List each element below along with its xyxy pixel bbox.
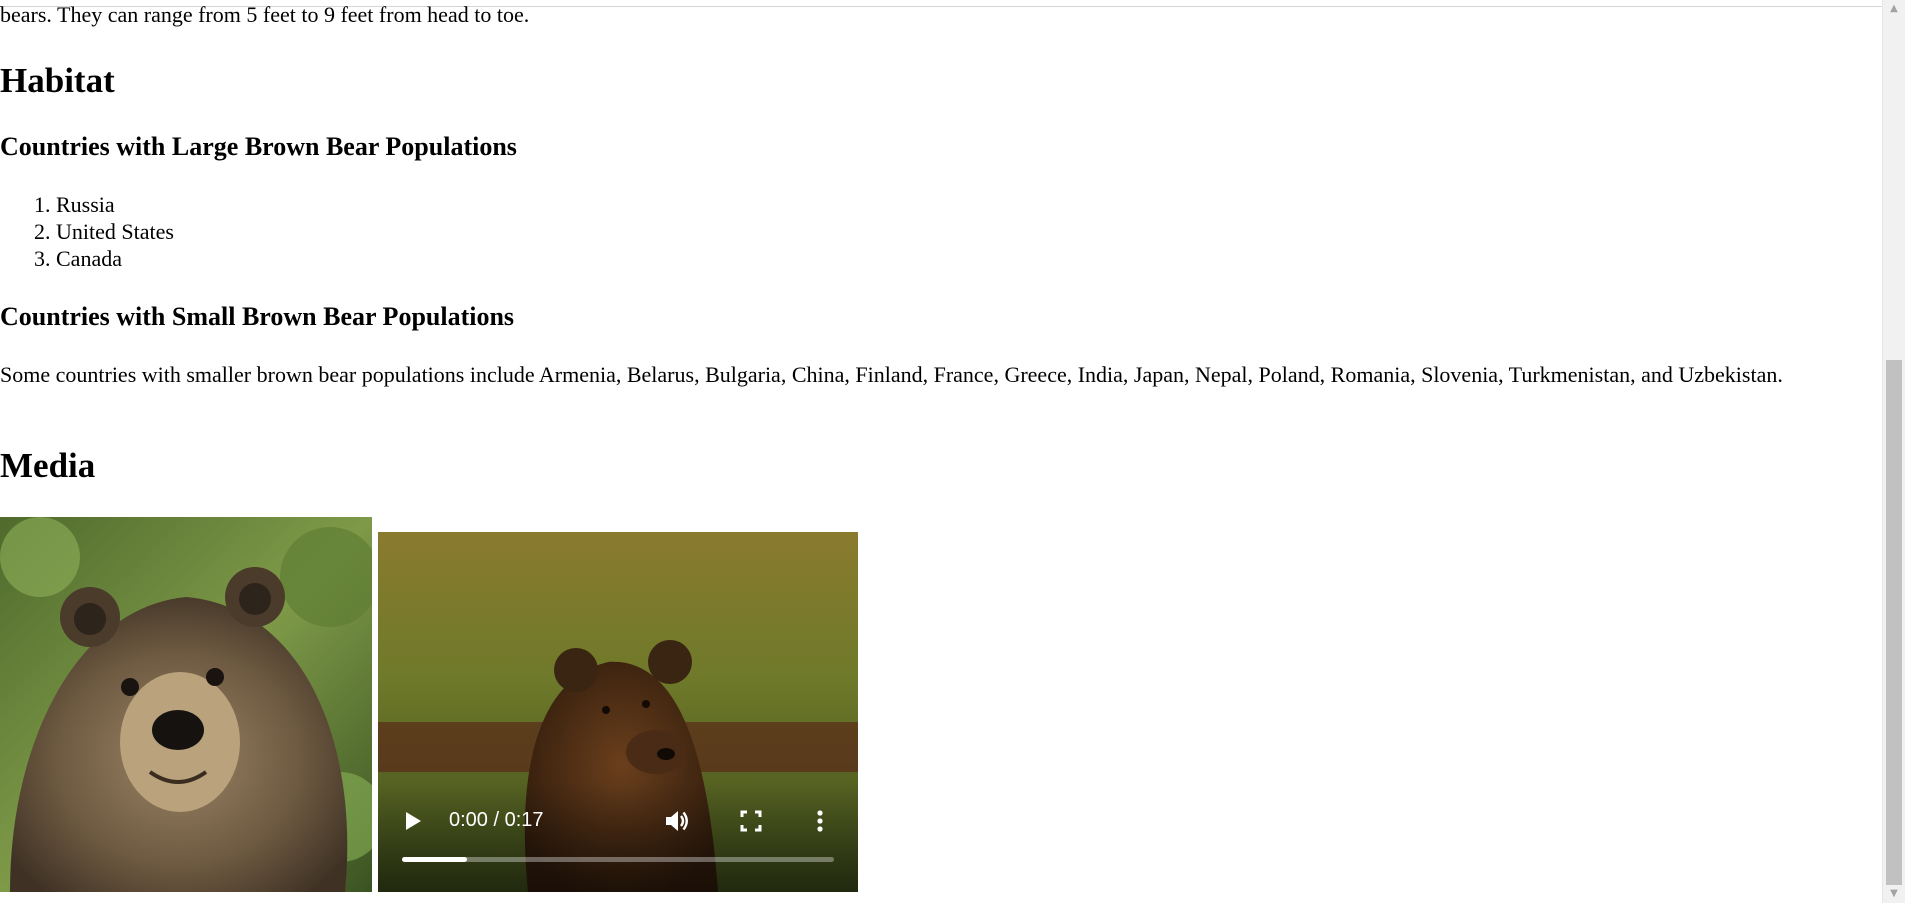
play-icon <box>406 812 421 830</box>
description-paragraph-cutoff: bears. They can range from 5 feet to 9 f… <box>0 2 530 27</box>
volume-button[interactable] <box>662 806 692 836</box>
large-populations-list: Russia United States Canada <box>0 191 174 272</box>
play-button[interactable] <box>400 806 426 836</box>
scroll-up-arrow-icon[interactable]: ▲ <box>1883 0 1905 18</box>
page-content: bears. They can range from 5 feet to 9 f… <box>0 0 1880 903</box>
list-item: Canada <box>56 245 174 272</box>
large-populations-heading: Countries with Large Brown Bear Populati… <box>0 132 517 161</box>
volume-icon <box>666 811 688 831</box>
more-options-button[interactable] <box>808 806 832 836</box>
list-item: United States <box>56 218 174 245</box>
video-progress-bar[interactable] <box>402 857 834 862</box>
list-item: Russia <box>56 191 174 218</box>
small-populations-heading: Countries with Small Brown Bear Populati… <box>0 302 515 331</box>
video-time: 0:00 / 0:17 <box>449 809 544 831</box>
small-populations-paragraph: Some countries with smaller brown bear p… <box>0 362 1783 387</box>
more-vertical-icon <box>817 810 823 832</box>
media-heading: Media <box>0 446 96 485</box>
scroll-down-arrow-icon[interactable]: ▼ <box>1883 885 1905 903</box>
video-controls-overlay <box>378 782 858 892</box>
vertical-scrollbar[interactable]: ▲ ▼ <box>1882 0 1905 903</box>
scrollbar-thumb[interactable] <box>1886 360 1902 885</box>
habitat-heading: Habitat <box>0 61 115 100</box>
brown-bear-image <box>0 517 372 892</box>
fullscreen-icon <box>740 810 762 832</box>
fullscreen-button[interactable] <box>736 806 766 836</box>
bear-video-player[interactable]: 0:00 / 0:17 <box>378 532 858 892</box>
video-progress-fill <box>402 857 467 862</box>
